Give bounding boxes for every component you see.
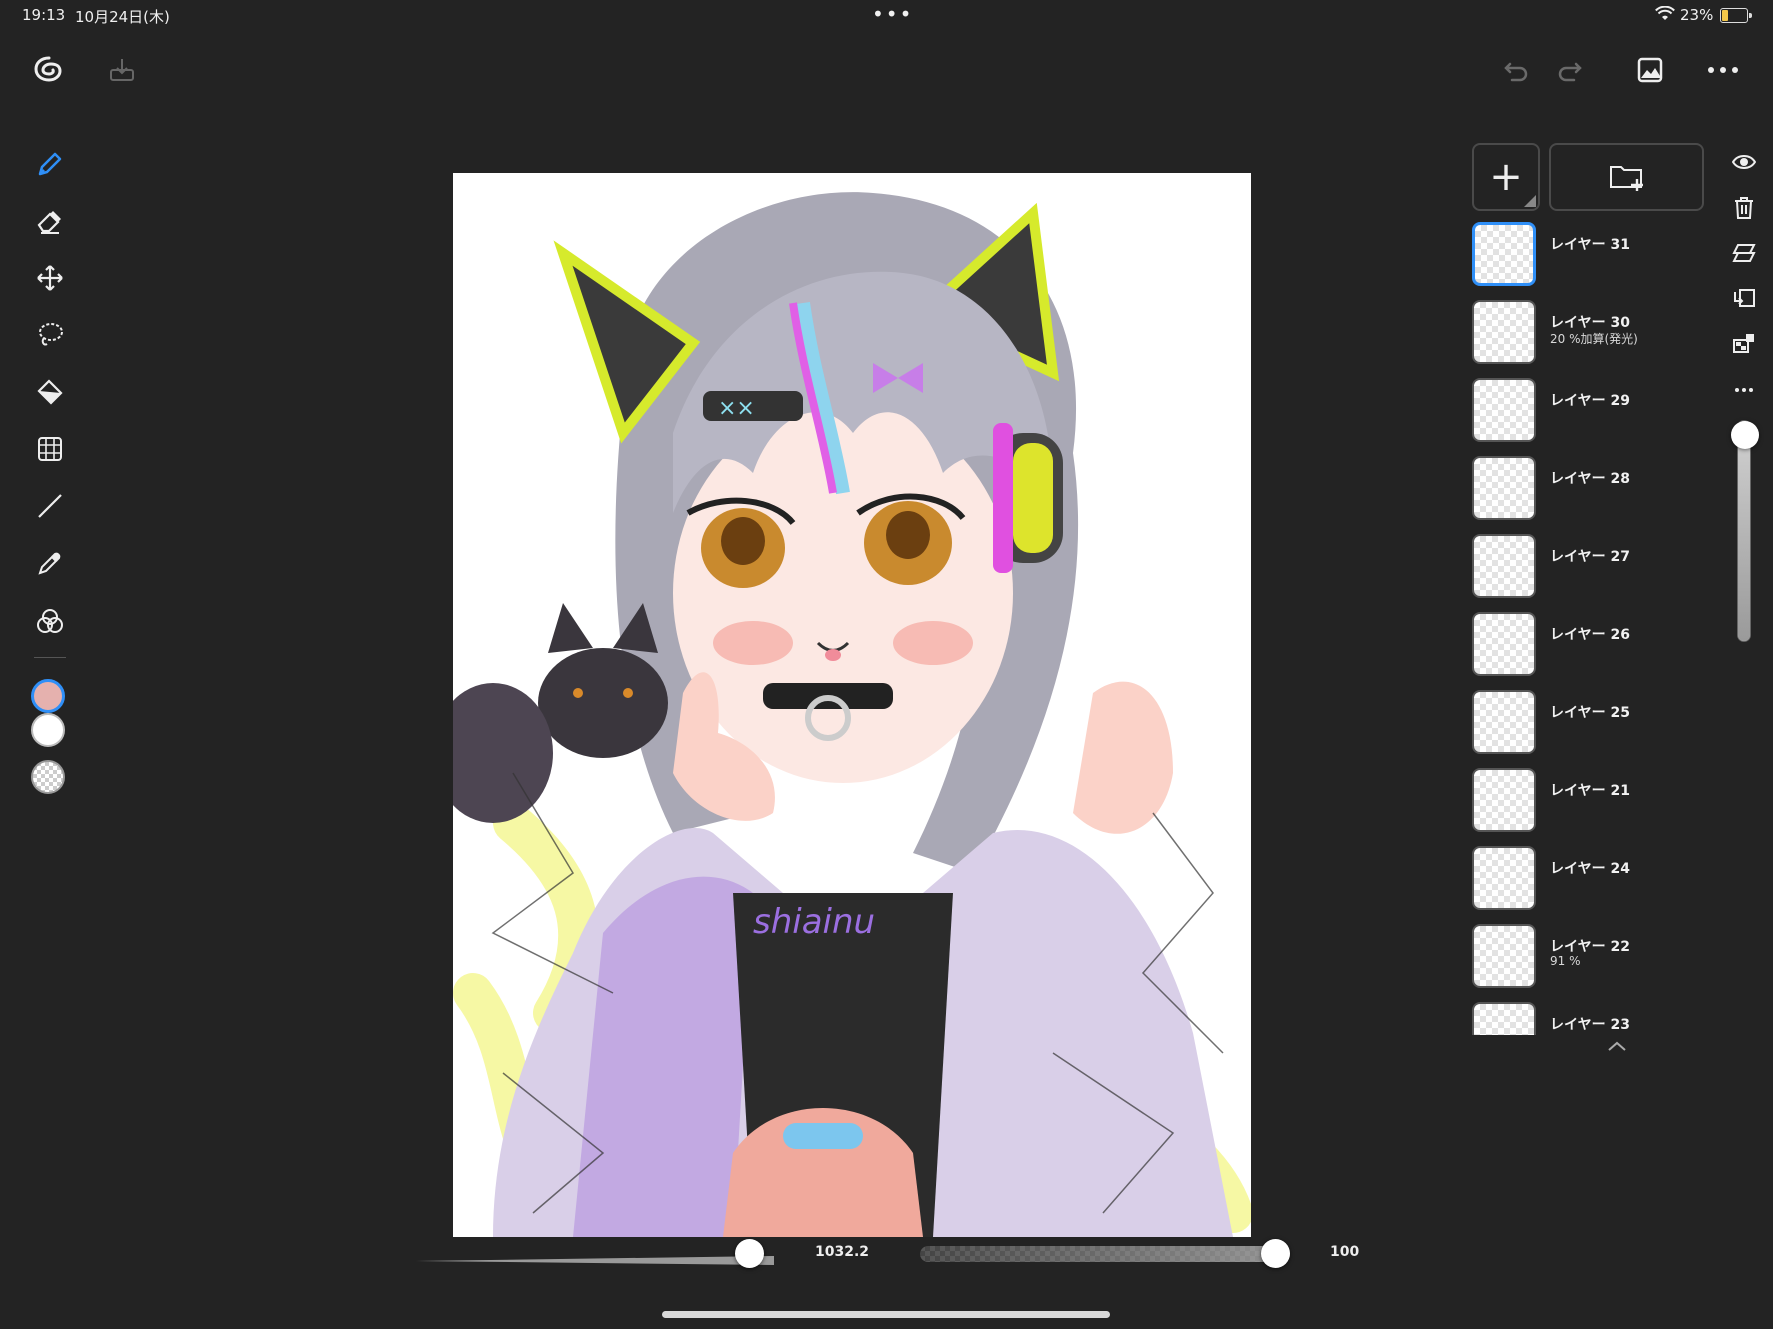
layer-name: レイヤー 24	[1550, 861, 1630, 877]
lasso-tool-icon[interactable]	[28, 313, 72, 357]
brush-size-value: 1032.2	[815, 1244, 870, 1260]
add-folder-button[interactable]	[1549, 143, 1704, 211]
layer-thumbnail	[1472, 456, 1536, 520]
color-blend-tool-icon[interactable]	[28, 599, 72, 643]
battery-icon	[1720, 8, 1752, 23]
visibility-icon[interactable]	[1728, 146, 1760, 178]
layer-thumbnail	[1472, 300, 1536, 364]
pen-tool-icon[interactable]	[28, 142, 72, 186]
add-layer-button[interactable]: +	[1472, 143, 1540, 211]
layer-thumbnail	[1472, 378, 1536, 442]
home-indicator[interactable]	[662, 1311, 1110, 1318]
new-folder-icon	[1609, 166, 1643, 191]
layer-thumbnail	[1472, 612, 1536, 676]
multitask-dots-icon[interactable]: •••	[872, 2, 913, 26]
layer-row[interactable]: レイヤー 27	[1472, 534, 1712, 604]
trash-icon[interactable]	[1728, 192, 1760, 224]
layer-thumbnail	[1472, 846, 1536, 910]
brush-opacity-slider[interactable]	[920, 1246, 1290, 1262]
layer-thumbnail	[1472, 1002, 1536, 1035]
status-time: 19:13	[22, 6, 66, 24]
brush-opacity-gradient	[920, 1246, 1290, 1262]
layer-name: レイヤー 31	[1550, 237, 1630, 253]
layer-name: レイヤー 25	[1550, 705, 1630, 721]
layer-name: レイヤー 30	[1550, 315, 1630, 331]
add-layer-menu-indicator-icon	[1524, 195, 1536, 207]
fill-tool-icon[interactable]	[28, 370, 72, 414]
move-tool-icon[interactable]	[28, 256, 72, 300]
brush-opacity-knob[interactable]	[1261, 1239, 1290, 1268]
layer-row[interactable]: レイヤー 24	[1472, 846, 1712, 916]
layer-name: レイヤー 26	[1550, 627, 1630, 643]
layer-opacity-knob[interactable]	[1731, 421, 1759, 450]
layer-opacity-slider[interactable]	[1737, 420, 1751, 642]
layer-row[interactable]: レイヤー 29	[1472, 378, 1712, 448]
eyedropper-tool-icon[interactable]	[28, 541, 72, 585]
layer-blend-info: 91 %	[1550, 954, 1581, 968]
layer-thumbnail	[1472, 924, 1536, 988]
merge-icon[interactable]	[1728, 237, 1760, 269]
layer-name: レイヤー 23	[1550, 1017, 1630, 1033]
layer-opacity-fill	[1738, 432, 1750, 641]
brush-opacity-value: 100	[1330, 1244, 1360, 1260]
svg-text:××: ××	[718, 396, 755, 421]
status-date: 10月24日(木)	[75, 8, 170, 26]
alpha-lock-icon[interactable]	[1728, 327, 1760, 359]
redo-icon[interactable]	[1550, 50, 1590, 90]
layer-row[interactable]: レイヤー 21	[1472, 768, 1712, 838]
layer-thumbnail	[1472, 534, 1536, 598]
brush-size-knob[interactable]	[734, 1239, 764, 1268]
layer-thumbnail	[1472, 690, 1536, 754]
layer-row[interactable]: レイヤー 31	[1472, 222, 1712, 292]
status-bar: 19:13 10月24日(木) ••• 23%	[0, 0, 1773, 30]
layer-row[interactable]: レイヤー 28	[1472, 456, 1712, 526]
layer-thumbnail	[1472, 222, 1536, 286]
eraser-tool-icon[interactable]	[28, 199, 72, 243]
layer-name: レイヤー 22	[1550, 939, 1630, 955]
secondary-color-swatch[interactable]	[31, 713, 65, 747]
drawing-canvas[interactable]: shiainu ××	[453, 173, 1251, 1237]
primary-color-swatch[interactable]	[31, 679, 65, 713]
layer-name: レイヤー 28	[1550, 471, 1630, 487]
artwork-illustration: shiainu ××	[453, 173, 1251, 1237]
battery-percent: 23%	[1680, 6, 1714, 24]
app-logo-icon[interactable]	[29, 50, 69, 90]
tools-divider	[34, 657, 66, 658]
layer-row[interactable]: レイヤー 22 91 %	[1472, 924, 1712, 994]
svg-text:shiainu: shiainu	[753, 902, 875, 942]
transparent-color-swatch[interactable]	[31, 760, 65, 794]
clipping-icon[interactable]	[1728, 282, 1760, 314]
layer-name: レイヤー 27	[1550, 549, 1630, 565]
layer-name: レイヤー 21	[1550, 783, 1630, 799]
add-layer-label: +	[1489, 154, 1523, 200]
layer-row[interactable]: レイヤー 26	[1472, 612, 1712, 682]
layer-row[interactable]: レイヤー 25	[1472, 690, 1712, 760]
layer-row[interactable]: レイヤー 23	[1472, 1002, 1712, 1035]
layer-name: レイヤー 29	[1550, 393, 1630, 409]
more-dots-icon[interactable]	[1728, 374, 1760, 406]
import-icon[interactable]	[102, 50, 142, 90]
line-tool-icon[interactable]	[28, 484, 72, 528]
more-menu-icon[interactable]	[1703, 50, 1743, 90]
undo-icon[interactable]	[1496, 50, 1536, 90]
transform-tool-icon[interactable]	[28, 427, 72, 471]
layer-thumbnail	[1472, 768, 1536, 832]
reference-image-icon[interactable]	[1630, 50, 1670, 90]
layer-row[interactable]: レイヤー 30 20 %加算(発光)	[1472, 300, 1712, 370]
layer-blend-info: 20 %加算(発光)	[1550, 332, 1638, 346]
brush-size-slider[interactable]	[416, 1250, 774, 1265]
wifi-icon	[1655, 5, 1675, 26]
collapse-layers-chevron-up-icon[interactable]	[1605, 1038, 1629, 1054]
